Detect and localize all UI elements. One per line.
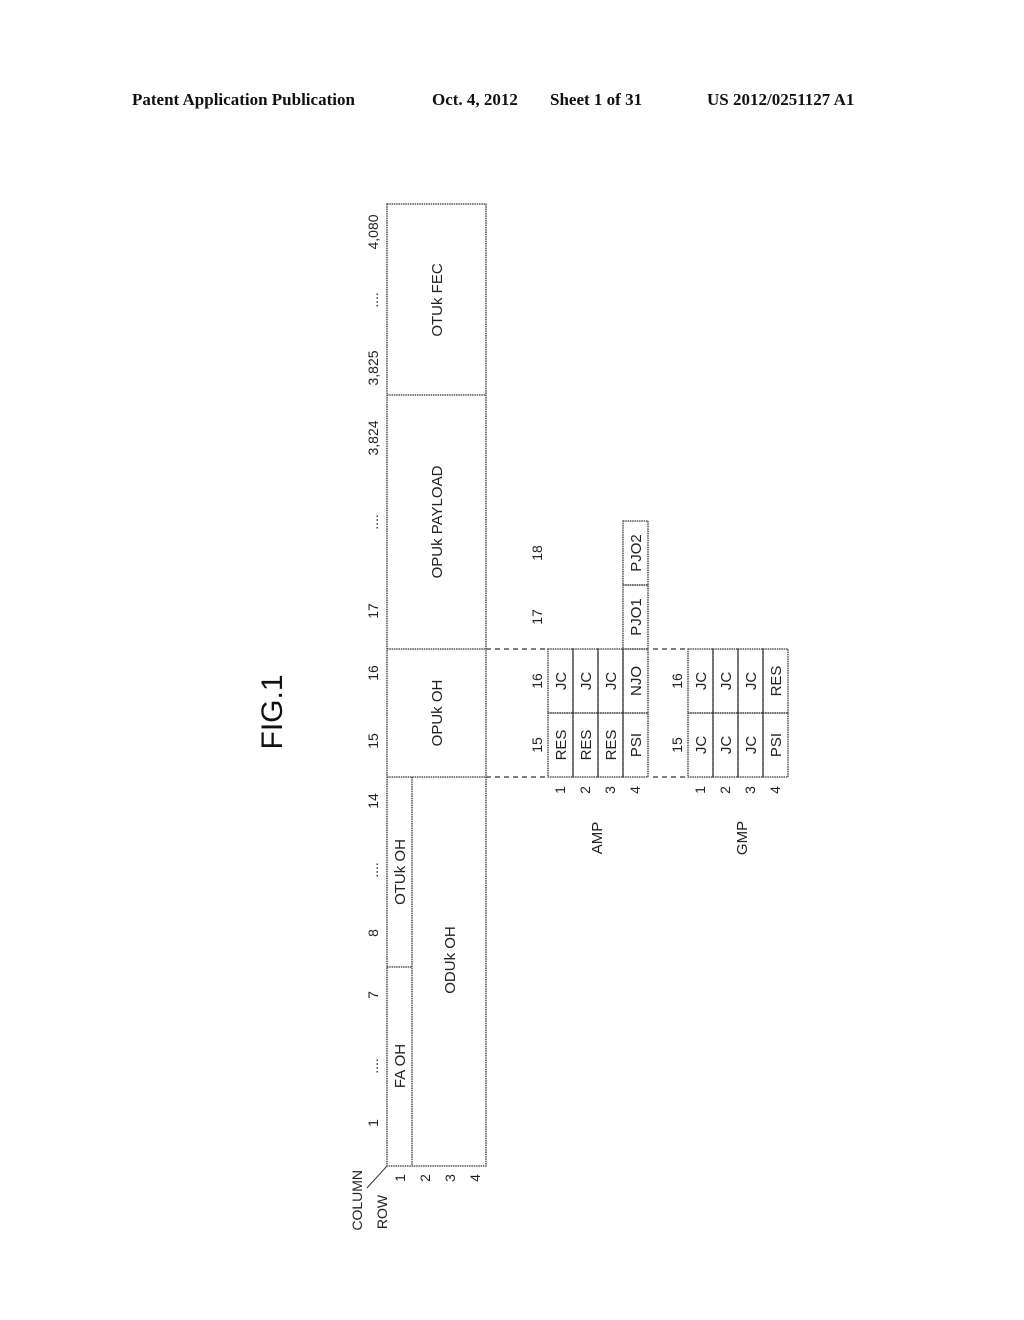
row-axis-label: ROW [374,1194,390,1229]
gmp-row-label: 2 [717,786,733,794]
column-label: 15 [365,733,381,749]
column-label: 7 [365,991,381,999]
gmp-row-label: 3 [742,786,758,794]
column-label: 8 [365,929,381,937]
gmp-cell-text: JC [718,672,735,691]
column-label: 3,825 [365,350,381,385]
opuk-oh-label: OPUk OH [429,680,446,747]
column-label: 16 [365,665,381,681]
row-labels: 1 2 3 4 [392,1174,483,1182]
otuk-oh-label: OTUk OH [392,839,409,905]
column-label: .... [365,514,381,530]
row-label: 4 [467,1174,483,1182]
gmp-cell-text: JC [693,672,710,691]
amp-cell-text: JC [553,672,570,691]
amp-column-label: 17 [529,609,545,625]
otuk-fec-label: OTUk FEC [429,263,446,336]
amp-column-label: 16 [529,673,545,689]
amp-row-label: 2 [577,786,593,794]
column-label: .... [365,292,381,308]
amp-cell-text: NJO [628,666,645,696]
gmp-cell-text: RES [768,666,785,697]
gmp-cell-text: JC [693,736,710,755]
amp-label: AMP [589,822,606,855]
amp-row-label: 1 [552,786,568,794]
gmp-cell-text: JC [743,672,760,691]
gmp-cell-text: PSI [768,733,785,757]
amp-table: 15 16 17 18 RES JC RES JC RES JC PSI NJO PJO1 PJO2 1 2 3… [529,520,649,794]
amp-cell-text: PSI [628,733,645,757]
amp-column-label: 18 [529,545,545,561]
amp-cell-text: RES [603,730,620,761]
column-label: 17 [365,603,381,619]
row-label: 1 [392,1174,408,1182]
amp-row-label: 3 [602,786,618,794]
amp-cell-text: RES [553,730,570,761]
column-label: .... [365,1058,381,1074]
gmp-column-label: 15 [669,737,685,753]
gmp-row-label: 1 [692,786,708,794]
amp-cell-text: PJO1 [628,598,645,636]
amp-cell-text: RES [578,730,595,761]
gmp-row-label: 4 [767,786,783,794]
column-label: 1 [365,1119,381,1127]
row-label: 2 [417,1174,433,1182]
oduk-oh-label: ODUk OH [442,926,459,994]
column-label: 14 [365,793,381,809]
figure-title: FIG.1 [256,674,289,749]
fig1-diagram: FIG.1 FA OH OTUk OH ODUk OH OPUk OH OPUk… [256,203,789,1231]
amp-row-label: 4 [627,786,643,794]
column-axis-label: COLUMN [349,1170,365,1231]
amp-column-label: 15 [529,737,545,753]
axis-corner-slash [366,1165,388,1189]
row-label: 3 [442,1174,458,1182]
gmp-cell-text: JC [743,736,760,755]
column-label: 3,824 [365,420,381,455]
column-label: 4,080 [365,214,381,249]
column-label: .... [365,862,381,878]
gmp-label: GMP [734,821,751,855]
amp-cell-text: PJO2 [628,534,645,572]
amp-cell-text: JC [603,672,620,691]
gmp-cell-text: JC [718,736,735,755]
gmp-table: 15 16 JC JC JC JC JC JC PSI RES 1 2 3 4 [669,648,789,794]
fa-oh-label: FA OH [392,1044,409,1088]
column-labels: 1.... 7 8.... 14 15 16 17.... 3,824 3,825.... 4,0… [365,214,381,1127]
opuk-payload-label: OPUk PAYLOAD [429,465,446,578]
amp-cell-text: JC [578,672,595,691]
gmp-column-label: 16 [669,673,685,689]
